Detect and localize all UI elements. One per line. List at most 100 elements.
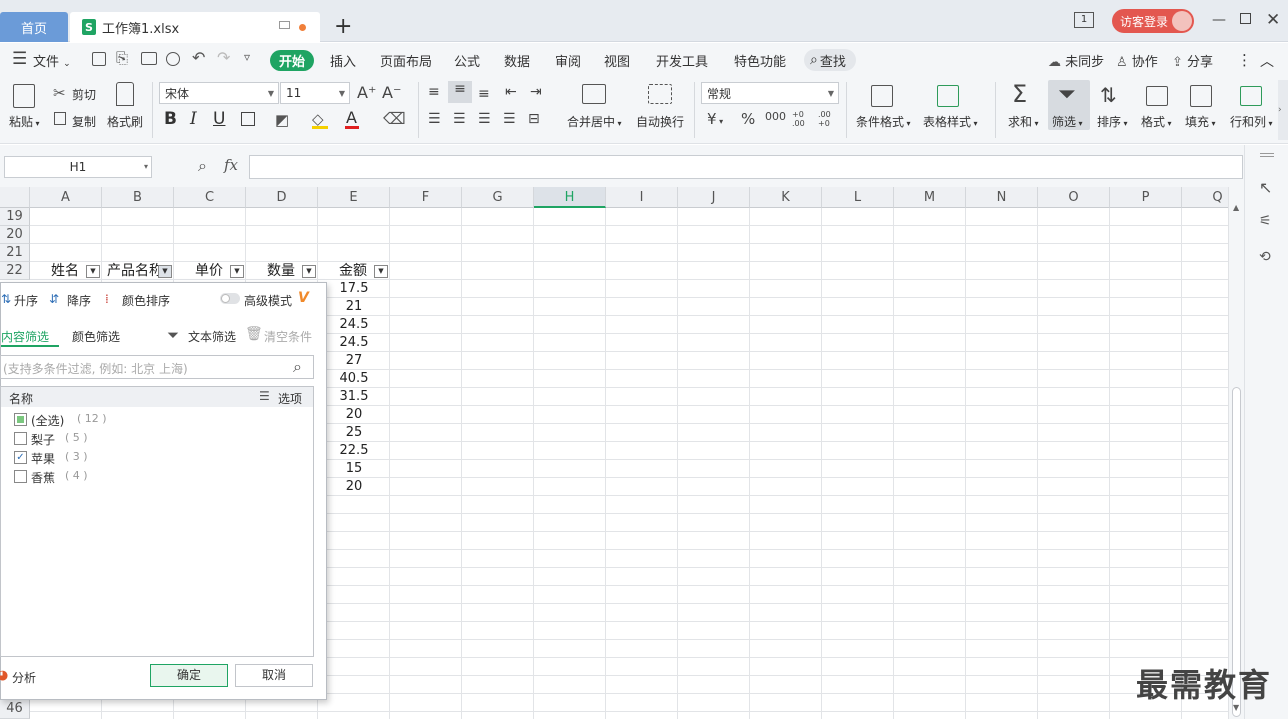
column-header[interactable]: I [606,187,678,208]
paste-icon[interactable] [13,84,35,108]
tab-special[interactable]: 特色功能 [734,51,786,70]
column-header[interactable]: G [462,187,534,208]
header-cell-name[interactable]: 姓名 [51,262,79,280]
format-painter-icon[interactable] [116,82,134,106]
column-header[interactable]: K [750,187,822,208]
print-preview-icon[interactable] [166,52,180,66]
amount-cell[interactable]: 21 [318,298,390,316]
collapse-ribbon-icon[interactable]: ︿ [1260,51,1274,71]
ok-button[interactable]: 确定 [150,664,228,687]
filter-dropdown-icon[interactable]: ▼ [302,265,316,278]
increase-font-icon[interactable]: A⁺ [357,83,376,102]
column-header[interactable]: N [966,187,1038,208]
filter-active-dropdown-icon[interactable]: ▼ [158,265,172,278]
tab-developer[interactable]: 开发工具 [656,51,708,70]
sort-ascending-button[interactable]: 升序 [14,292,38,309]
amount-cell[interactable]: 17.5 [318,280,390,298]
page-count-icon[interactable]: 1 [1074,12,1094,28]
amount-cell[interactable]: 24.5 [318,316,390,334]
column-header[interactable]: O [1038,187,1110,208]
increase-decimal-button[interactable]: +0 .00 [792,110,812,128]
column-header[interactable]: F [390,187,462,208]
clear-format-icon[interactable]: ⌫ [383,109,406,128]
currency-button[interactable]: ¥ ▾ [707,110,723,128]
maximize-icon[interactable] [1240,13,1251,24]
conditional-format-icon[interactable] [871,85,893,107]
sort-button[interactable]: 排序 ▾ [1097,113,1128,130]
name-box[interactable]: H1 ▾ [4,156,152,178]
filter-dropdown-icon[interactable]: ▼ [230,265,244,278]
filter-dropdown-icon[interactable]: ▼ [86,265,100,278]
undo-icon[interactable]: ↶ [192,48,205,67]
item-checkbox[interactable] [14,470,27,483]
header-cell-quantity[interactable]: 数量 [267,262,295,280]
wrap-text-button[interactable]: 自动换行 [636,113,684,130]
vertical-scrollbar[interactable]: ▲ ▼ [1228,187,1244,719]
home-tab[interactable]: 首页 [0,12,68,42]
row-header[interactable]: 46 [0,700,30,719]
table-style-icon[interactable] [937,85,959,107]
decrease-indent-icon[interactable]: ⇤ [505,84,517,100]
redo-icon[interactable]: ↷ [217,48,230,67]
column-header[interactable]: Q [1182,187,1228,208]
align-left-icon[interactable]: ☰ [428,111,441,127]
column-header[interactable]: D [246,187,318,208]
align-middle-icon[interactable]: ≡ [448,81,472,103]
item-checkbox-checked[interactable]: ✓ [14,451,27,464]
column-header[interactable]: J [678,187,750,208]
workbook-tab[interactable]: S 工作簿1.xlsx [70,12,320,42]
tab-data[interactable]: 数据 [504,51,530,70]
tab-insert[interactable]: 插入 [330,51,356,70]
amount-cell[interactable]: 27 [318,352,390,370]
decrease-font-icon[interactable]: A⁻ [382,83,401,102]
item-checkbox[interactable] [14,432,27,445]
column-header[interactable]: E [318,187,390,208]
column-header[interactable]: L [822,187,894,208]
amount-cell[interactable]: 31.5 [318,388,390,406]
format-painter-button[interactable]: 格式刷 [107,113,143,130]
row-col-button[interactable]: 行和列 ▾ [1230,113,1273,130]
filter-search-input[interactable]: (支持多条件过滤, 例如: 北京 上海) ⌕ [0,355,314,379]
drag-handle-icon[interactable] [1260,153,1274,157]
amount-cell[interactable]: 40.5 [318,370,390,388]
select-all-corner[interactable] [0,187,30,208]
decrease-decimal-button[interactable]: .00 +0 [818,110,838,128]
clear-conditions-button[interactable]: 清空条件 [264,328,312,345]
align-right-icon[interactable]: ☰ [478,111,491,127]
print-icon[interactable] [141,52,157,65]
amount-cell[interactable]: 24.5 [318,334,390,352]
justify-icon[interactable]: ☰ [503,111,516,127]
merge-center-icon[interactable] [582,84,606,104]
underline-button[interactable]: U [213,109,225,129]
pointer-icon[interactable]: ↖ [1259,178,1272,197]
close-icon[interactable]: ✕ [1266,10,1280,30]
cancel-button[interactable]: 取消 [235,664,313,687]
column-header[interactable]: B [102,187,174,208]
align-center-icon[interactable]: ☰ [453,111,466,127]
hamburger-icon[interactable]: ☰ [12,49,27,69]
monitor-icon[interactable] [279,21,290,29]
backup-icon[interactable]: ⟲ [1259,249,1271,265]
formula-input[interactable] [249,155,1243,179]
bold-button[interactable]: B [164,109,177,129]
more-icon[interactable]: ⋮ [1237,51,1252,69]
fill-style-icon[interactable]: ◩ [275,111,289,129]
scissors-icon[interactable]: ✂ [53,84,66,102]
conditional-format-button[interactable]: 条件格式 ▾ [856,113,911,130]
visitor-login-button[interactable]: 访客登录 [1112,9,1194,33]
column-header[interactable]: P [1110,187,1182,208]
copy-icon[interactable] [54,112,66,125]
tab-view[interactable]: 视图 [604,51,630,70]
column-header[interactable]: H [534,187,606,208]
share-button[interactable]: ⇪ 分享 [1172,51,1213,70]
number-format-select[interactable]: 常规 ▼ [701,82,839,104]
header-cell-amount[interactable]: 金额 [339,262,367,280]
column-header[interactable]: C [174,187,246,208]
save-icon[interactable] [92,52,106,66]
format-button[interactable]: 格式 ▾ [1141,113,1172,130]
table-style-button[interactable]: 表格样式 ▾ [923,113,978,130]
column-header[interactable]: A [30,187,102,208]
settings-sliders-icon[interactable]: ⚟ [1259,213,1272,229]
align-bottom-icon[interactable]: ≡ [478,86,490,102]
fill-button[interactable]: 填充 ▾ [1185,113,1216,130]
